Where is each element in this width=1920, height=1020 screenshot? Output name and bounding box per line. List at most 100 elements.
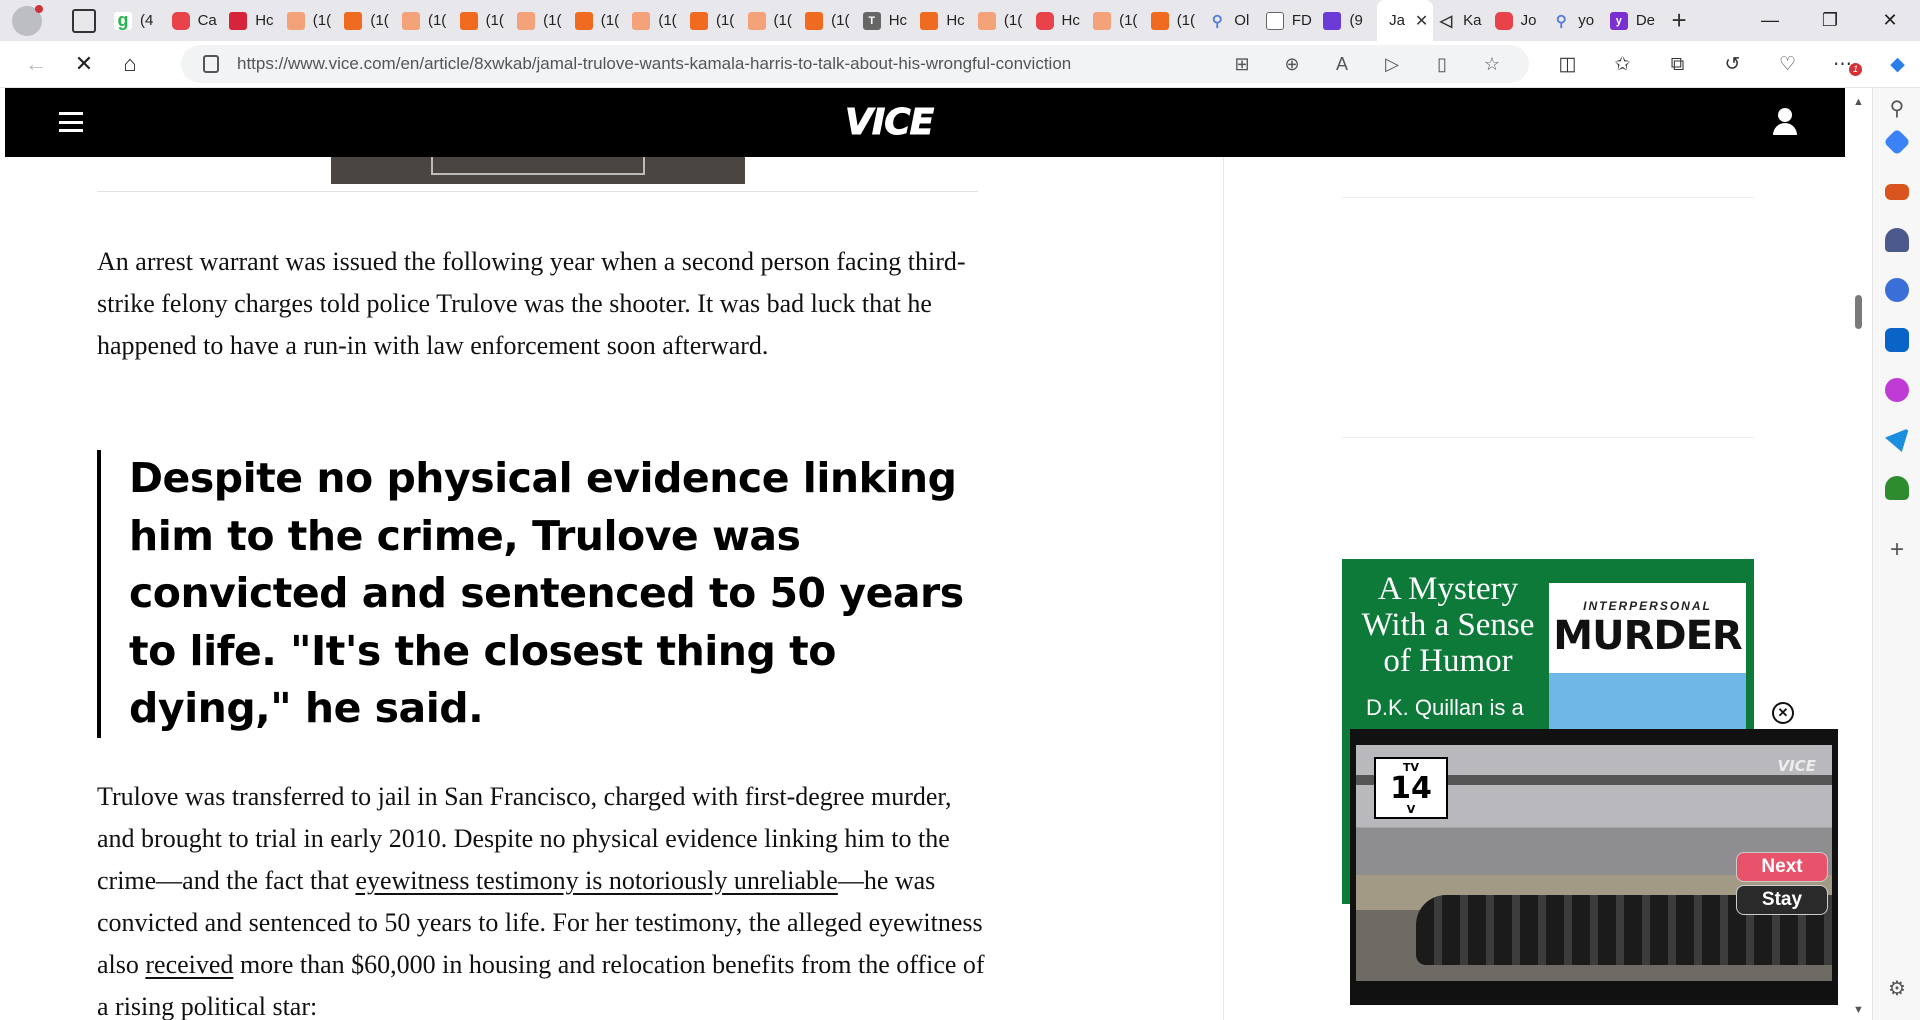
red-app-icon (229, 11, 248, 30)
apps-icon[interactable]: ⊞ (1217, 54, 1267, 75)
browser-tab[interactable]: (1( (1147, 0, 1205, 41)
browser-tab[interactable]: (1( (340, 0, 398, 41)
url-path: /en/article/8xwkab/jamal-trulove-wants-k… (395, 54, 1072, 73)
close-window-button[interactable]: ✕ (1860, 0, 1920, 41)
video-frame[interactable]: TV 14 V VICE Next Stay (1356, 745, 1832, 981)
browser-tab[interactable]: y De (1606, 0, 1664, 41)
restore-button[interactable]: ❐ (1800, 0, 1860, 41)
scroll-up-icon[interactable]: ▲ (1853, 96, 1864, 108)
active-tab[interactable]: Ja ✕ (1377, 0, 1434, 41)
tab-title: (1( (312, 12, 332, 29)
url-text[interactable]: https://www.vice.com/en/article/8xwkab/j… (237, 54, 1071, 74)
browser-tab[interactable]: (1( (283, 0, 341, 41)
sidebar-divider (1342, 197, 1754, 198)
browser-tab[interactable]: T Hc (859, 0, 917, 41)
browser-tab[interactable]: Hc (1032, 0, 1090, 41)
browser-tab[interactable]: ⚲ Ol (1204, 0, 1262, 41)
zoom-icon[interactable]: ⊕ (1267, 54, 1317, 75)
browser-tab[interactable]: ◁ Ka (1433, 0, 1491, 41)
media-icon[interactable]: ▷ (1367, 54, 1417, 75)
settings-gear-icon[interactable]: ⚙ (1873, 976, 1920, 1001)
search-icon[interactable]: ⚲ (1873, 96, 1920, 121)
orange-app-icon (977, 11, 996, 30)
floating-video-player[interactable]: TV 14 V VICE Next Stay (1350, 729, 1838, 1005)
tab-title: Ja (1389, 12, 1405, 29)
scroll-down-icon[interactable]: ▼ (1853, 1004, 1864, 1016)
browser-tab[interactable]: (1( (1089, 0, 1147, 41)
browser-tab[interactable]: (1( (456, 0, 514, 41)
tab-title: Ka (1463, 12, 1482, 29)
browser-tab[interactable]: (1( (744, 0, 802, 41)
stop-loading-button[interactable]: ✕ (64, 44, 104, 84)
yahoo-icon: y (1609, 11, 1628, 30)
browser-tab[interactable]: Jo (1491, 0, 1549, 41)
favorite-star-icon[interactable]: ☆ (1467, 54, 1517, 75)
tab-title: Hc (888, 12, 908, 29)
close-tab-icon[interactable]: ✕ (1415, 11, 1428, 31)
browser-tab[interactable]: (9 (1319, 0, 1377, 41)
scrollbar-thumb[interactable] (1855, 295, 1862, 329)
designer-icon[interactable] (1885, 378, 1909, 402)
browser-tab[interactable]: (1( (398, 0, 456, 41)
orange-app-icon (805, 11, 824, 30)
eyewitness-link[interactable]: eyewitness testimony is notoriously unre… (355, 866, 837, 895)
shopping-tag-icon[interactable] (1883, 128, 1911, 156)
menu-icon[interactable] (59, 112, 83, 132)
read-aloud-icon[interactable]: A (1317, 54, 1367, 75)
browser-tab[interactable]: FD (1262, 0, 1320, 41)
received-link[interactable]: received (145, 950, 233, 979)
tree-icon[interactable] (1885, 476, 1909, 500)
orange-app-icon (574, 11, 593, 30)
minimize-button[interactable]: — (1740, 0, 1800, 41)
browser-tab[interactable]: (1( (513, 0, 571, 41)
orange-app-icon (920, 11, 939, 30)
browser-tab[interactable]: Hc (916, 0, 974, 41)
history-icon[interactable]: ↺ (1705, 53, 1760, 76)
browser-tab[interactable]: g (4 (110, 0, 168, 41)
immersive-reader-icon[interactable]: ▯ (1417, 54, 1467, 75)
favorites-icon[interactable]: ✩ (1595, 53, 1650, 76)
more-menu-icon[interactable]: ⋯ 1 (1815, 53, 1870, 76)
browser-tools: ◫ ✩ ⧉ ↺ ♡ ⋯ 1 ◆ (1540, 41, 1920, 88)
outlook-icon[interactable] (1885, 328, 1909, 352)
browser-tab[interactable]: (1( (686, 0, 744, 41)
tools-icon[interactable] (1885, 184, 1909, 200)
browser-tab[interactable]: ⚲ yo (1548, 0, 1606, 41)
youtube-icon (171, 11, 190, 30)
browser-tab[interactable]: (1( (974, 0, 1032, 41)
stay-button[interactable]: Stay (1736, 885, 1828, 915)
home-button[interactable]: ⌂ (110, 44, 150, 84)
user-account-icon[interactable] (1771, 108, 1799, 136)
video-progress-bar[interactable] (1356, 989, 1832, 999)
page-scrollbar[interactable]: ▲ ▼ (1848, 88, 1870, 1020)
back-button[interactable]: ← (16, 44, 56, 84)
browser-tab[interactable]: Hc (225, 0, 283, 41)
copilot-icon[interactable]: ◆ (1870, 53, 1920, 76)
tab-title: Ol (1234, 12, 1250, 29)
add-icon[interactable]: + (1873, 536, 1920, 564)
profile-avatar[interactable] (12, 4, 43, 36)
split-screen-icon[interactable]: ◫ (1540, 53, 1595, 76)
lock-icon[interactable] (203, 55, 219, 73)
new-tab-button[interactable]: + (1671, 5, 1686, 36)
grammarly-icon: g (114, 10, 132, 30)
close-video-button[interactable]: ✕ (1772, 702, 1794, 724)
browser-tab[interactable]: Ca (168, 0, 226, 41)
next-video-button[interactable]: Next (1736, 852, 1828, 882)
orange-app-icon (344, 11, 363, 30)
browser-tab[interactable]: (1( (571, 0, 629, 41)
tab-actions-icon[interactable] (72, 8, 96, 33)
vice-logo[interactable]: VICE (844, 102, 934, 144)
collections-icon[interactable]: ⧉ (1650, 54, 1705, 76)
performance-icon[interactable]: ♡ (1760, 53, 1815, 76)
search-icon: ⚲ (1555, 12, 1567, 30)
orange-app-icon (401, 11, 420, 30)
browser-tab[interactable]: (1( (801, 0, 859, 41)
address-bar[interactable]: https://www.vice.com/en/article/8xwkab/j… (181, 45, 1529, 83)
browser-tab[interactable]: (1( (628, 0, 686, 41)
orange-app-icon (517, 11, 536, 30)
games-icon[interactable] (1885, 228, 1909, 252)
telegram-icon[interactable] (1885, 428, 1909, 452)
ad-subline: D.K. Quillan is a (1366, 695, 1524, 720)
microsoft-365-icon[interactable] (1885, 278, 1909, 302)
